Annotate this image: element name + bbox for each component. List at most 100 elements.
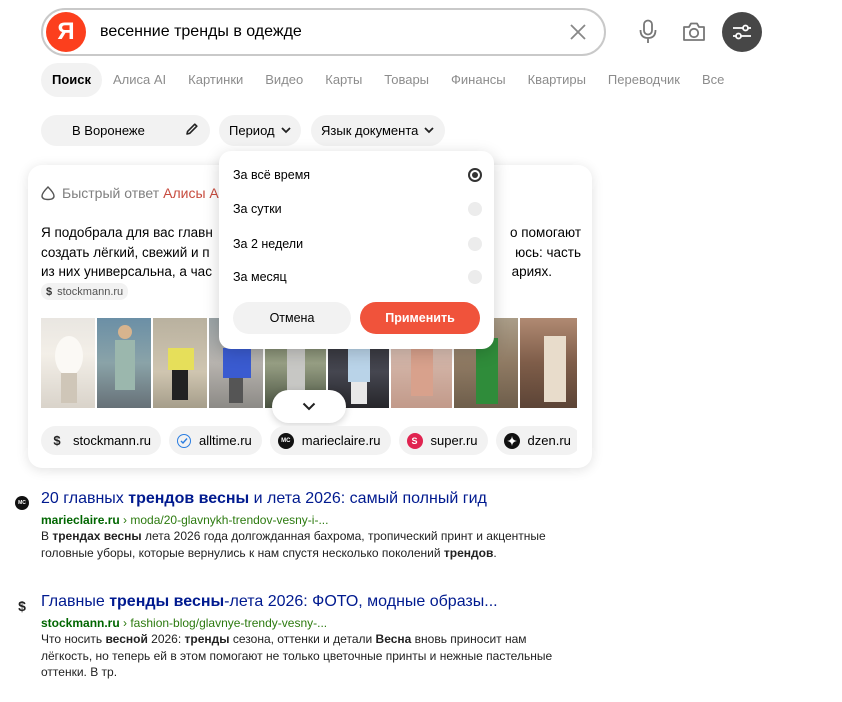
super-icon: S — [406, 432, 423, 449]
alice-title: Быстрый ответ Алисы А — [40, 185, 219, 201]
alice-text-line: о помогают — [509, 225, 581, 240]
expand-answer-button[interactable] — [272, 390, 346, 423]
alice-text-line: из них универсальна, а час — [41, 264, 212, 279]
source-label: super.ru — [430, 433, 478, 448]
snippet-text: оттенки. В тр. — [41, 665, 118, 679]
stockmann-icon: $ — [18, 598, 26, 614]
result-path: › fashion-blog/glavnye-trendy-vesny-... — [119, 616, 328, 630]
clear-icon[interactable] — [558, 12, 598, 52]
radio-unselected[interactable] — [468, 237, 482, 251]
chevron-down-icon — [280, 127, 291, 134]
tab-video[interactable]: Видео — [254, 63, 314, 97]
result-url[interactable]: stockmann.ru › fashion-blog/glavnye-tren… — [41, 616, 327, 630]
alice-source-badge[interactable]: $ stockmann.ru — [41, 283, 129, 300]
source-chip[interactable]: MC marieclaire.ru — [269, 426, 391, 455]
snippet-text: 2026: — [147, 632, 185, 646]
title-highlight: трендов весны — [128, 490, 250, 507]
radio-unselected[interactable] — [468, 202, 482, 216]
snippet-highlight: тренды — [184, 632, 230, 646]
source-label: alltime.ru — [199, 433, 252, 448]
period-option-day[interactable]: За сутки — [233, 197, 482, 221]
snippet-text: Что носить — [41, 632, 106, 646]
yandex-logo[interactable]: Я — [46, 12, 86, 52]
search-result: $ Главные тренды весны-лета 2026: ФОТО, … — [12, 593, 612, 683]
period-option-all-time[interactable]: За всё время — [233, 163, 482, 187]
period-option-label: За сутки — [233, 202, 282, 216]
result-domain: marieclaire.ru — [41, 513, 120, 527]
camera-search-icon[interactable] — [676, 14, 712, 50]
alice-text-line: ариях. — [511, 264, 552, 279]
snippet-highlight: трендах весны — [52, 529, 142, 543]
radio-unselected[interactable] — [468, 270, 482, 284]
title-text: и лета 2026: самый полный гид — [249, 490, 487, 507]
tab-products[interactable]: Товары — [373, 63, 440, 97]
apply-button[interactable]: Применить — [360, 302, 480, 334]
tab-alice-ai[interactable]: Алиса AI — [102, 63, 177, 97]
pencil-icon[interactable] — [185, 122, 199, 139]
marieclaire-icon: MC — [277, 432, 294, 449]
fashion-image[interactable] — [520, 318, 577, 408]
snippet-text: сезона, оттенки и детали — [229, 632, 376, 646]
source-chip[interactable]: alltime.ru — [169, 426, 262, 455]
alice-text-line: юсь: часть — [515, 244, 581, 260]
chevron-down-icon — [424, 127, 435, 134]
result-url[interactable]: marieclaire.ru › moda/20-glavnykh-trendo… — [41, 513, 328, 527]
title-text: 20 главных — [41, 490, 129, 507]
result-title-link[interactable]: 20 главных трендов весны и лета 2026: са… — [41, 490, 487, 508]
snippet-highlight: весной — [105, 632, 148, 646]
fashion-image[interactable] — [153, 318, 207, 408]
language-filter[interactable]: Язык документа — [311, 115, 445, 146]
radio-selected[interactable] — [468, 168, 482, 182]
snippet-text: . — [493, 545, 497, 560]
source-chip[interactable]: S super.ru — [398, 426, 488, 455]
period-label: Период — [229, 123, 275, 138]
source-chip[interactable]: $ stockmann.ru — [41, 426, 162, 455]
search-input[interactable]: весенние тренды в одежде — [100, 23, 558, 41]
title-text: -лета 2026: ФОТО, модные образы... — [224, 593, 498, 610]
result-domain: stockmann.ru — [41, 616, 120, 630]
region-filter[interactable]: В Воронеже — [41, 115, 210, 146]
source-chips: $ stockmann.ru alltime.ru MC marieclaire… — [41, 426, 577, 456]
fashion-image[interactable] — [41, 318, 95, 408]
alice-text-line: Я подобрала для вас главн — [41, 225, 213, 240]
filters-icon[interactable] — [722, 12, 762, 52]
microphone-icon[interactable] — [631, 14, 665, 50]
snippet-highlight: трендов — [443, 545, 494, 560]
period-option-month[interactable]: За месяц — [233, 265, 482, 289]
title-highlight: тренды весны — [109, 593, 225, 610]
tab-apartments[interactable]: Квартиры — [517, 63, 597, 97]
tab-finance[interactable]: Финансы — [440, 63, 517, 97]
result-snippet: В трендах весны лета 2026 года долгождан… — [41, 528, 586, 561]
fashion-image[interactable] — [97, 318, 151, 408]
language-label: Язык документа — [321, 123, 419, 138]
snippet-text: лета 2026 года долгожданная бахрома, тро… — [141, 529, 546, 543]
period-option-label: За 2 недели — [233, 237, 304, 251]
tab-all[interactable]: Все — [691, 63, 735, 97]
alice-text-line: создать лёгкий, свежий и п — [41, 244, 210, 260]
period-option-two-weeks[interactable]: За 2 недели — [233, 232, 482, 256]
stockmann-icon: $ — [53, 433, 61, 448]
period-option-label: За всё время — [233, 168, 311, 182]
tab-search[interactable]: Поиск — [41, 63, 103, 97]
stockmann-icon: $ — [46, 285, 53, 298]
search-bar[interactable]: Я весенние тренды в одежде — [41, 8, 606, 56]
dzen-icon — [503, 432, 520, 449]
tab-images[interactable]: Картинки — [177, 63, 254, 97]
period-option-label: За месяц — [233, 270, 287, 284]
snippet-text: В — [41, 529, 53, 543]
title-text: Главные — [41, 593, 110, 610]
search-tabs: Поиск Алиса AI Картинки Видео Карты Това… — [41, 63, 735, 97]
period-dropdown: За всё время За сутки За 2 недели За мес… — [219, 151, 494, 349]
cancel-button[interactable]: Отмена — [233, 302, 351, 334]
alice-title-prefix: Быстрый ответ — [62, 185, 160, 201]
marieclaire-icon: MC — [12, 493, 32, 513]
alice-title-accent: Алисы А — [163, 185, 219, 201]
snippet-text: вновь приносит нам — [411, 632, 527, 646]
period-filter[interactable]: Период — [219, 115, 301, 146]
tab-maps[interactable]: Карты — [314, 63, 373, 97]
result-title-link[interactable]: Главные тренды весны-лета 2026: ФОТО, мо… — [41, 593, 498, 611]
source-label: marieclaire.ru — [301, 433, 381, 448]
tab-translator[interactable]: Переводчик — [597, 63, 691, 97]
snippet-text: головные уборы, которые вернулись к нам … — [41, 545, 444, 560]
source-chip[interactable]: dzen.ru — [495, 426, 577, 455]
